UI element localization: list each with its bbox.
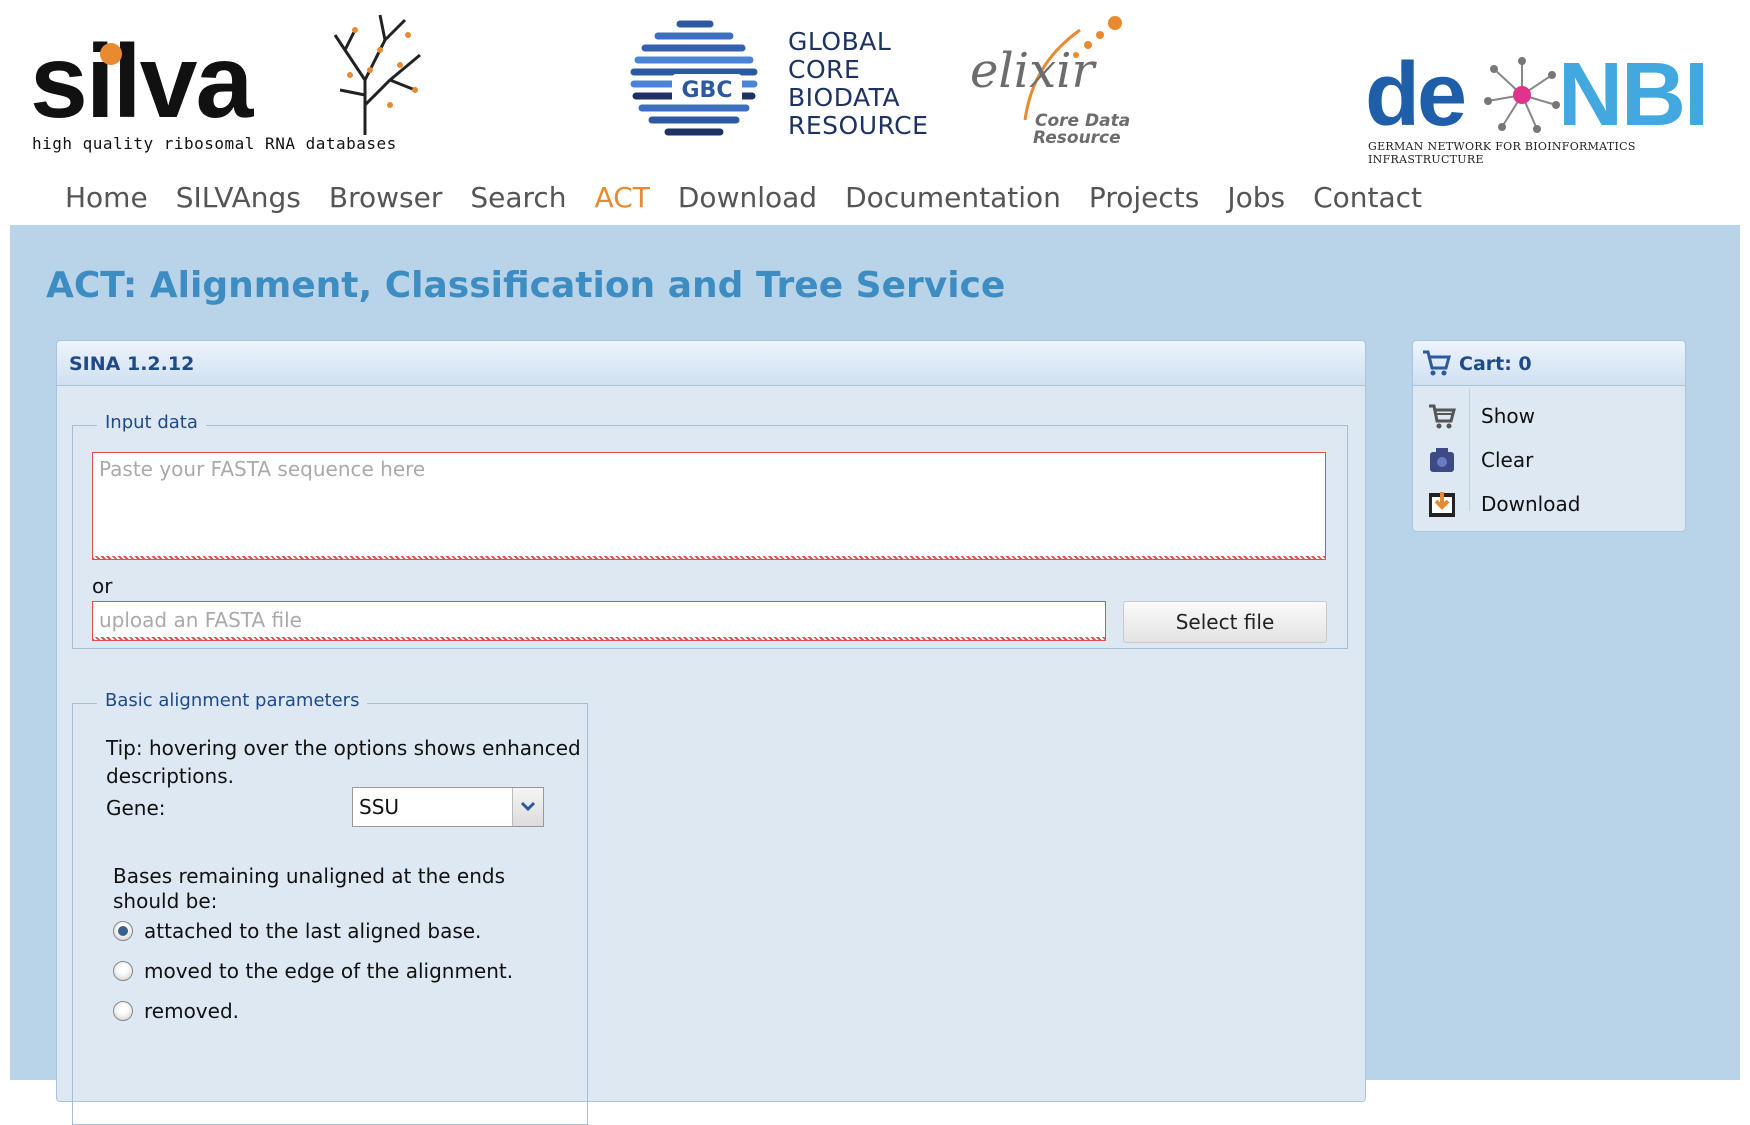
chevron-down-icon[interactable] [512,788,543,826]
sina-panel: SINA 1.2.12 Input data Paste your FASTA … [56,340,1366,1125]
main-nav: Home SILVAngs Browser Search ACT Downloa… [65,178,1450,218]
radio-attached-label[interactable]: attached to the last aligned base. [144,919,481,943]
network-node-icon [1484,57,1560,133]
nav-home[interactable]: Home [65,178,148,218]
ends-label: Bases remaining unaligned at the ends sh… [113,864,505,914]
page-title: ACT: Alignment, Classification and Tree … [46,265,1006,306]
or-label: or [92,574,113,598]
cart-icon [1423,350,1451,376]
input-data-fieldset: Input data Paste your FASTA sequence her… [72,412,1348,649]
fasta-sequence-placeholder: Paste your FASTA sequence here [99,457,426,481]
spellcheck-underline [93,637,1105,641]
nav-documentation[interactable]: Documentation [845,178,1061,218]
elixir-word: elixir [970,43,1095,99]
cart-panel-header: Cart: 0 [1413,341,1685,386]
elixir-sub-line: Resource [1033,128,1121,148]
ends-line: should be: [113,889,218,913]
fasta-sequence-textarea[interactable]: Paste your FASTA sequence here [92,452,1326,560]
radio-removed-label[interactable]: removed. [144,999,239,1023]
tip-line: Tip: hovering over the options shows enh… [106,736,581,760]
nav-contact[interactable]: Contact [1313,178,1422,218]
gbc-icon: GBC [630,20,758,136]
nav-browser[interactable]: Browser [329,178,442,218]
gbc-line: RESOURCE [788,111,929,140]
fasta-file-input[interactable]: upload an FASTA file [92,601,1106,641]
cart-clear-icon [1430,448,1454,472]
cart-download-label: Download [1481,492,1581,516]
radio-moved[interactable] [113,961,133,981]
denbi-de: de [1365,45,1467,145]
nav-search[interactable]: Search [470,178,566,218]
gbc-line: CORE [788,55,861,84]
tip-text: Tip: hovering over the options shows enh… [106,734,581,790]
basic-params-legend: Basic alignment parameters [97,690,368,711]
cart-title: Cart: 0 [1459,353,1532,375]
nav-download[interactable]: Download [678,178,817,218]
gbc-line: BIODATA [788,83,901,112]
cart-divider [1469,389,1470,511]
ends-line: Bases remaining unaligned at the ends [113,864,506,888]
cart-clear-label: Clear [1481,448,1534,472]
radio-moved-label[interactable]: moved to the edge of the alignment. [144,959,513,983]
gene-select[interactable]: SSU [352,787,544,827]
spellcheck-underline [93,556,1325,560]
gbc-logo[interactable]: GBC GLOBAL CORE BIODATA RESOURCE [630,18,950,148]
sina-panel-header: SINA 1.2.12 [57,341,1365,386]
nav-projects[interactable]: Projects [1089,178,1199,218]
radio-removed[interactable] [113,1001,133,1021]
gbc-text: GLOBAL CORE BIODATA RESOURCE [788,28,928,140]
nav-jobs[interactable]: Jobs [1227,178,1285,218]
cart-show-label: Show [1481,404,1535,428]
gene-label: Gene: [106,796,166,820]
basic-params-fieldset: Basic alignment parameters Tip: hovering… [72,690,588,1125]
gbc-badge: GBC [682,78,733,103]
tip-line: descriptions. [106,764,234,788]
input-data-legend: Input data [97,412,206,433]
silva-logo[interactable]: silva high quality ribosomal RNA databas… [30,10,430,160]
denbi-nbi: NBI [1558,45,1709,145]
nav-silvangs[interactable]: SILVAngs [176,178,301,218]
silva-logo-word: silva [30,24,253,140]
fasta-file-placeholder: upload an FASTA file [99,608,302,632]
silva-logo-dot [100,43,122,65]
silva-tagline: high quality ribosomal RNA databases [32,134,397,153]
select-file-button[interactable]: Select file [1123,601,1327,643]
download-icon [1429,492,1455,517]
denbi-tagline: GERMAN NETWORK FOR BIOINFORMATICS INFRAS… [1368,140,1636,166]
denbi-logo[interactable]: de NBI GERMAN NETWORK FOR BIOINFORMATICS… [1360,45,1740,166]
nav-act[interactable]: ACT [595,178,650,218]
cart-panel: Cart: 0 Show Clear Download [1412,340,1686,532]
radio-attached[interactable] [113,921,133,941]
tree-icon [333,14,421,135]
elixir-logo[interactable]: elixir Core Data Resource [970,15,1170,155]
sina-panel-title: SINA 1.2.12 [69,353,195,375]
gene-select-value: SSU [359,795,400,819]
site-header: silva high quality ribosomal RNA databas… [0,0,1750,225]
gbc-line: GLOBAL [788,27,892,56]
cart-show-icon [1429,404,1456,429]
elixir-subtitle: Core Data Resource [1033,113,1130,148]
